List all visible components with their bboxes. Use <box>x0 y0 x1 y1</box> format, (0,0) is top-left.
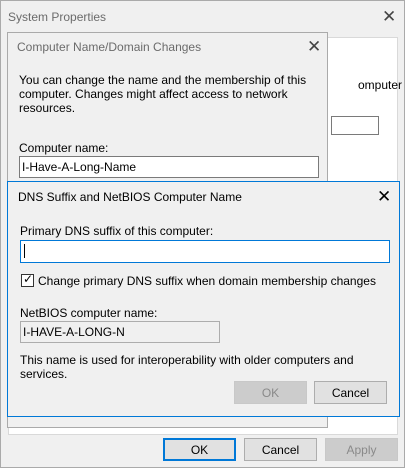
close-icon[interactable]: ✕ <box>382 8 396 25</box>
computer-name-input[interactable]: I-Have-A-Long-Name <box>19 156 319 178</box>
cancel-button[interactable]: Cancel <box>244 438 317 461</box>
dns-ok-button[interactable]: OK <box>234 381 307 404</box>
close-icon[interactable]: ✕ <box>377 188 391 205</box>
computer-name-label: Computer name: <box>19 141 109 155</box>
check-icon: ✓ <box>23 272 34 286</box>
system-properties-title: System Properties <box>8 10 107 24</box>
dns-dialog: DNS Suffix and NetBIOS Computer Name ✕ P… <box>7 181 400 417</box>
partial-field[interactable] <box>331 116 379 135</box>
dns-cancel-button[interactable]: Cancel <box>314 381 387 404</box>
computer-name-dialog-title: Computer Name/Domain Changes <box>17 40 202 54</box>
interoperability-note: This name is used for interoperability w… <box>20 353 354 381</box>
close-icon[interactable]: ✕ <box>307 38 321 55</box>
apply-button[interactable]: Apply <box>325 438 398 461</box>
ok-button[interactable]: OK <box>163 438 236 461</box>
dns-dialog-title: DNS Suffix and NetBIOS Computer Name <box>18 190 242 204</box>
change-suffix-label[interactable]: Change primary DNS suffix when domain me… <box>38 274 376 288</box>
primary-suffix-label: Primary DNS suffix of this computer: <box>20 224 214 238</box>
description-text: You can change the name and the membersh… <box>19 73 307 115</box>
netbios-label: NetBIOS computer name: <box>20 306 158 320</box>
primary-suffix-input[interactable] <box>20 240 390 263</box>
netbios-field: I-HAVE-A-LONG-N <box>20 321 220 343</box>
text-caret <box>24 244 25 258</box>
partial-text: omputer <box>358 78 403 92</box>
change-suffix-checkbox[interactable]: ✓ <box>21 272 34 287</box>
